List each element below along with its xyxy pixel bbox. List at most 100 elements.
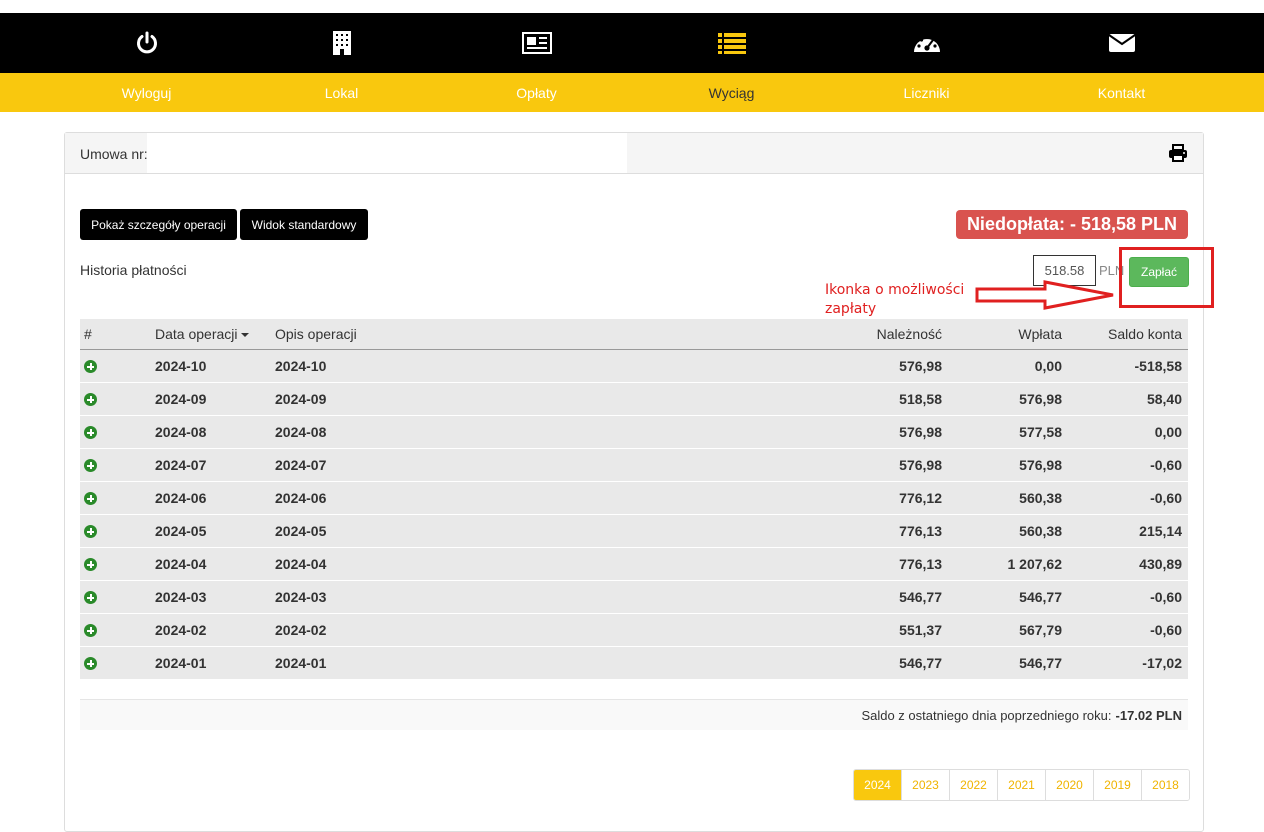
row-paid: 546,77 (948, 646, 1068, 680)
nav-lokal[interactable]: Lokal (244, 73, 439, 112)
row-paid: 567,79 (948, 613, 1068, 647)
contract-number-field (147, 133, 627, 173)
expand-plus-icon[interactable] (84, 393, 97, 407)
nav-kontakt[interactable]: Kontakt (1024, 73, 1219, 112)
top-nav-icons (0, 13, 1264, 73)
dashboard-icon (913, 35, 940, 52)
year-page-2023[interactable]: 2023 (901, 770, 949, 800)
row-balance: -17,02 (1068, 646, 1188, 680)
payment-history-label: Historia płatności (80, 262, 187, 278)
expand-plus-icon[interactable] (84, 360, 97, 374)
row-expand-cell (80, 349, 151, 383)
year-page-2020[interactable]: 2020 (1045, 770, 1093, 800)
row-description: 2024-02 (271, 613, 828, 647)
row-due: 576,98 (828, 415, 948, 449)
standard-view-button[interactable]: Widok standardowy (240, 209, 368, 240)
row-date: 2024-08 (151, 415, 271, 449)
nav-wyciag[interactable]: Wyciąg (634, 73, 829, 112)
top-nav-labels: Wyloguj Lokal Opłaty Wyciąg Liczniki Kon… (0, 73, 1264, 112)
row-paid: 576,98 (948, 448, 1068, 482)
expand-plus-icon[interactable] (84, 624, 97, 638)
col-number: # (80, 319, 151, 350)
table-header-row: # Data operacji Opis operacji Należność … (80, 319, 1188, 350)
show-details-button[interactable]: Pokaż szczegóły operacji (80, 209, 237, 240)
row-balance: 0,00 (1068, 415, 1188, 449)
row-balance: 215,14 (1068, 514, 1188, 548)
row-description: 2024-05 (271, 514, 828, 548)
row-balance: -0,60 (1068, 613, 1188, 647)
nav-kontakt-icon-cell[interactable] (1024, 13, 1219, 73)
history-table: # Data operacji Opis operacji Należność … (80, 319, 1188, 680)
sort-caret-icon (240, 333, 249, 338)
nav-oplaty-icon-cell[interactable] (439, 13, 634, 73)
row-due: 576,98 (828, 349, 948, 383)
expand-plus-icon[interactable] (84, 558, 97, 572)
nav-wyciag-icon-cell[interactable] (634, 13, 829, 73)
underpayment-badge: Niedopłata: - 518,58 PLN (955, 210, 1188, 239)
expand-plus-icon[interactable] (84, 657, 97, 671)
year-page-2018[interactable]: 2018 (1141, 770, 1189, 800)
row-date: 2024-09 (151, 382, 271, 416)
saldo-value: -17.02 PLN (1115, 707, 1182, 723)
row-description: 2024-08 (271, 415, 828, 449)
row-due: 518,58 (828, 382, 948, 416)
table-row: 2024-06 2024-06 776,12 560,38 -0,60 (80, 481, 1188, 515)
annotation-highlight-box (1119, 247, 1214, 308)
row-description: 2024-04 (271, 547, 828, 581)
print-icon[interactable] (1168, 144, 1188, 162)
expand-plus-icon[interactable] (84, 492, 97, 506)
row-date: 2024-02 (151, 613, 271, 647)
row-balance: -0,60 (1068, 580, 1188, 614)
newspaper-icon (521, 32, 552, 54)
row-paid: 1 207,62 (948, 547, 1068, 581)
expand-plus-icon[interactable] (84, 426, 97, 440)
nav-logout-icon-cell[interactable] (49, 13, 244, 73)
annotation-arrow-icon (975, 280, 1114, 310)
row-due: 776,13 (828, 514, 948, 548)
nav-liczniki[interactable]: Liczniki (829, 73, 1024, 112)
contract-label: Umowa nr: (80, 146, 148, 162)
nav-lokal-icon-cell[interactable] (244, 13, 439, 73)
nav-oplaty[interactable]: Opłaty (439, 73, 634, 112)
table-row: 2024-07 2024-07 576,98 576,98 -0,60 (80, 448, 1188, 482)
row-due: 546,77 (828, 580, 948, 614)
expand-plus-icon[interactable] (84, 525, 97, 539)
row-due: 776,12 (828, 481, 948, 515)
row-expand-cell (80, 415, 151, 449)
table-row: 2024-01 2024-01 546,77 546,77 -17,02 (80, 646, 1188, 680)
previous-year-balance: Saldo z ostatniego dnia poprzedniego rok… (80, 699, 1188, 730)
table-row: 2024-08 2024-08 576,98 577,58 0,00 (80, 415, 1188, 449)
row-expand-cell (80, 613, 151, 647)
nav-wyloguj[interactable]: Wyloguj (49, 73, 244, 112)
year-page-2022[interactable]: 2022 (949, 770, 997, 800)
year-page-2024[interactable]: 2024 (854, 770, 901, 800)
row-date: 2024-04 (151, 547, 271, 581)
row-paid: 576,98 (948, 382, 1068, 416)
col-date-label: Data operacji (155, 325, 238, 342)
row-date: 2024-10 (151, 349, 271, 383)
annotation-text: Ikonka o możliwości zapłaty (825, 281, 964, 319)
expand-plus-icon[interactable] (84, 459, 97, 473)
expand-plus-icon[interactable] (84, 591, 97, 605)
table-row: 2024-10 2024-10 576,98 0,00 -518,58 (80, 349, 1188, 383)
col-description: Opis operacji (271, 319, 828, 350)
nav-liczniki-icon-cell[interactable] (829, 13, 1024, 73)
year-page-2021[interactable]: 2021 (997, 770, 1045, 800)
row-description: 2024-10 (271, 349, 828, 383)
row-description: 2024-03 (271, 580, 828, 614)
row-expand-cell (80, 481, 151, 515)
col-date[interactable]: Data operacji (151, 319, 271, 350)
col-due: Należność (828, 319, 948, 350)
year-page-2019[interactable]: 2019 (1093, 770, 1141, 800)
saldo-label: Saldo z ostatniego dnia poprzedniego rok… (861, 707, 1112, 723)
row-balance: -0,60 (1068, 481, 1188, 515)
row-due: 776,13 (828, 547, 948, 581)
row-description: 2024-06 (271, 481, 828, 515)
row-balance: 430,89 (1068, 547, 1188, 581)
row-paid: 546,77 (948, 580, 1068, 614)
row-balance: -0,60 (1068, 448, 1188, 482)
row-date: 2024-03 (151, 580, 271, 614)
table-row: 2024-03 2024-03 546,77 546,77 -0,60 (80, 580, 1188, 614)
row-expand-cell (80, 382, 151, 416)
row-paid: 560,38 (948, 481, 1068, 515)
